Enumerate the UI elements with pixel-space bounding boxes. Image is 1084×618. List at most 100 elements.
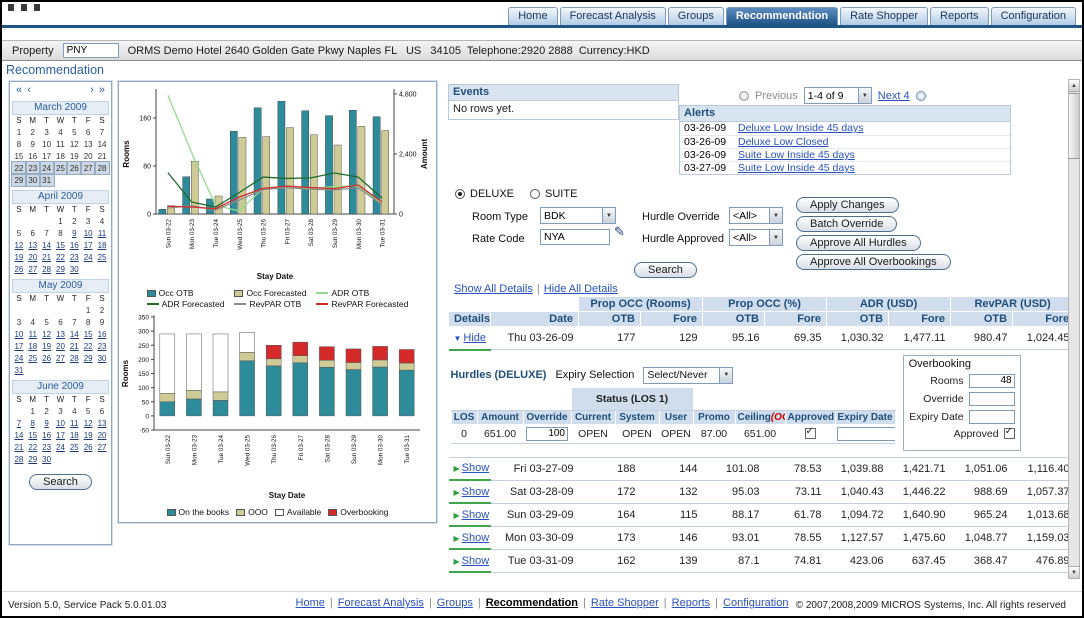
calendar-day[interactable]: 31 (12, 364, 26, 376)
calendar-day[interactable]: 5 (12, 227, 26, 239)
calendar-day[interactable]: 13 (54, 328, 68, 340)
calendar-day[interactable]: 9 (95, 316, 109, 328)
room-category-radio-suite[interactable] (530, 189, 540, 199)
details-toggle-cell[interactable]: ▶Show (449, 480, 491, 503)
calendar-day[interactable]: 26 (67, 162, 81, 174)
calendar-day[interactable]: 9 (40, 417, 54, 429)
toggle-details-link[interactable]: Hide (463, 332, 486, 344)
calendar-day[interactable]: 11 (95, 227, 109, 239)
hurdle-approved-checkbox[interactable] (805, 428, 816, 439)
alert-link[interactable]: Deluxe Low Inside 45 days (738, 122, 864, 135)
toggle-details-link[interactable]: Show (462, 555, 490, 567)
calendar-day[interactable]: 25 (26, 352, 40, 364)
calendar-day[interactable]: 27 (81, 162, 95, 174)
calendar-day[interactable]: 23 (26, 162, 40, 174)
next-page-icon[interactable] (916, 91, 926, 101)
calendar-day[interactable]: 9 (67, 227, 81, 239)
overbooking-override-input[interactable] (969, 392, 1015, 406)
calendar-day[interactable]: 18 (54, 150, 68, 162)
calendar-day[interactable]: 3 (12, 316, 26, 328)
scroll-down-button[interactable] (1069, 566, 1079, 578)
calendar-day[interactable]: 16 (40, 429, 54, 441)
calendar-day[interactable]: 7 (40, 227, 54, 239)
tab-forecast-analysis[interactable]: Forecast Analysis (560, 7, 666, 25)
calendar-day[interactable]: 30 (40, 453, 54, 465)
calendar-day[interactable]: 9 (26, 138, 40, 150)
tab-home[interactable]: Home (508, 7, 557, 25)
calendar-day[interactable]: 19 (67, 150, 81, 162)
calendar-day[interactable]: 30 (26, 174, 40, 186)
calendar-day[interactable]: 15 (12, 150, 26, 162)
calendar-next-button[interactable]: › (90, 84, 94, 96)
calendar-day[interactable]: 17 (40, 150, 54, 162)
calendar-day[interactable]: 19 (81, 429, 95, 441)
details-toggle-cell[interactable]: ▶Show (449, 526, 491, 549)
hide-all-details-link[interactable]: Hide All Details (544, 283, 618, 295)
calendar-day[interactable]: 15 (26, 429, 40, 441)
show-all-details-link[interactable]: Show All Details (454, 283, 533, 295)
calendar-day[interactable]: 30 (67, 263, 81, 275)
tab-recommendation[interactable]: Recommendation (726, 7, 838, 25)
page-range-select[interactable]: 1-4 of 9 (804, 87, 872, 104)
calendar-day[interactable]: 12 (81, 417, 95, 429)
calendar-day[interactable]: 25 (95, 251, 109, 263)
calendar-day[interactable]: 6 (54, 316, 68, 328)
calendar-day[interactable]: 16 (67, 239, 81, 251)
calendar-day[interactable]: 21 (67, 340, 81, 352)
calendar-day[interactable]: 26 (81, 441, 95, 453)
hurdle-expiry-input[interactable] (837, 427, 895, 441)
calendar-day[interactable]: 4 (95, 215, 109, 227)
calendar-day[interactable]: 5 (81, 405, 95, 417)
calendar-day[interactable]: 2 (67, 215, 81, 227)
calendar-day[interactable]: 17 (12, 340, 26, 352)
calendar-day[interactable]: 12 (40, 328, 54, 340)
calendar-day[interactable]: 12 (12, 239, 26, 251)
calendar-day[interactable]: 21 (40, 251, 54, 263)
calendar-day[interactable]: 6 (26, 227, 40, 239)
calendar-day[interactable]: 31 (40, 174, 54, 186)
calendar-day[interactable]: 24 (40, 162, 54, 174)
calendar-day[interactable]: 26 (12, 263, 26, 275)
footer-link-rate-shopper[interactable]: Rate Shopper (591, 597, 659, 609)
calendar-day[interactable]: 19 (12, 251, 26, 263)
tab-reports[interactable]: Reports (930, 7, 989, 25)
calendar-day[interactable]: 29 (12, 174, 26, 186)
calendar-day[interactable]: 6 (81, 126, 95, 138)
calendar-day[interactable]: 14 (95, 138, 109, 150)
toggle-details-link[interactable]: Show (462, 532, 490, 544)
calendar-day[interactable]: 24 (54, 441, 68, 453)
calendar-day[interactable]: 20 (54, 340, 68, 352)
calendar-day[interactable]: 27 (95, 441, 109, 453)
batch-override-button[interactable]: Batch Override (796, 216, 897, 232)
footer-link-groups[interactable]: Groups (437, 597, 473, 609)
calendar-day[interactable]: 22 (26, 441, 40, 453)
previous-page-icon[interactable] (739, 91, 749, 101)
calendar-day[interactable]: 29 (26, 453, 40, 465)
property-input[interactable] (63, 43, 119, 58)
approve-all-hurdles-button[interactable]: Approve All Hurdles (796, 235, 921, 251)
calendar-last-button[interactable]: » (99, 84, 105, 96)
calendar-day[interactable]: 14 (67, 328, 81, 340)
next-page-link[interactable]: Next 4 (878, 90, 910, 102)
calendar-day[interactable]: 15 (54, 239, 68, 251)
calendar-day[interactable]: 10 (40, 138, 54, 150)
calendar-day[interactable]: 30 (95, 352, 109, 364)
toggle-details-link[interactable]: Show (462, 486, 490, 498)
tab-groups[interactable]: Groups (668, 7, 724, 25)
calendar-day[interactable]: 7 (67, 316, 81, 328)
details-toggle-cell[interactable]: ▶Show (449, 457, 491, 480)
room-category-radio-deluxe[interactable] (455, 189, 465, 199)
calendar-day[interactable]: 16 (26, 150, 40, 162)
calendar-day[interactable]: 6 (95, 405, 109, 417)
calendar-day[interactable]: 7 (12, 417, 26, 429)
calendar-day[interactable]: 8 (81, 316, 95, 328)
hurdle-approved-select[interactable]: <All> (729, 229, 783, 246)
calendar-day[interactable]: 14 (12, 429, 26, 441)
calendar-day[interactable]: 3 (40, 126, 54, 138)
calendar-day[interactable]: 18 (67, 429, 81, 441)
calendar-day[interactable]: 18 (26, 340, 40, 352)
calendar-day[interactable]: 10 (81, 227, 95, 239)
calendar-day[interactable]: 20 (95, 429, 109, 441)
calendar-day[interactable]: 2 (95, 304, 109, 316)
calendar-day[interactable]: 15 (81, 328, 95, 340)
